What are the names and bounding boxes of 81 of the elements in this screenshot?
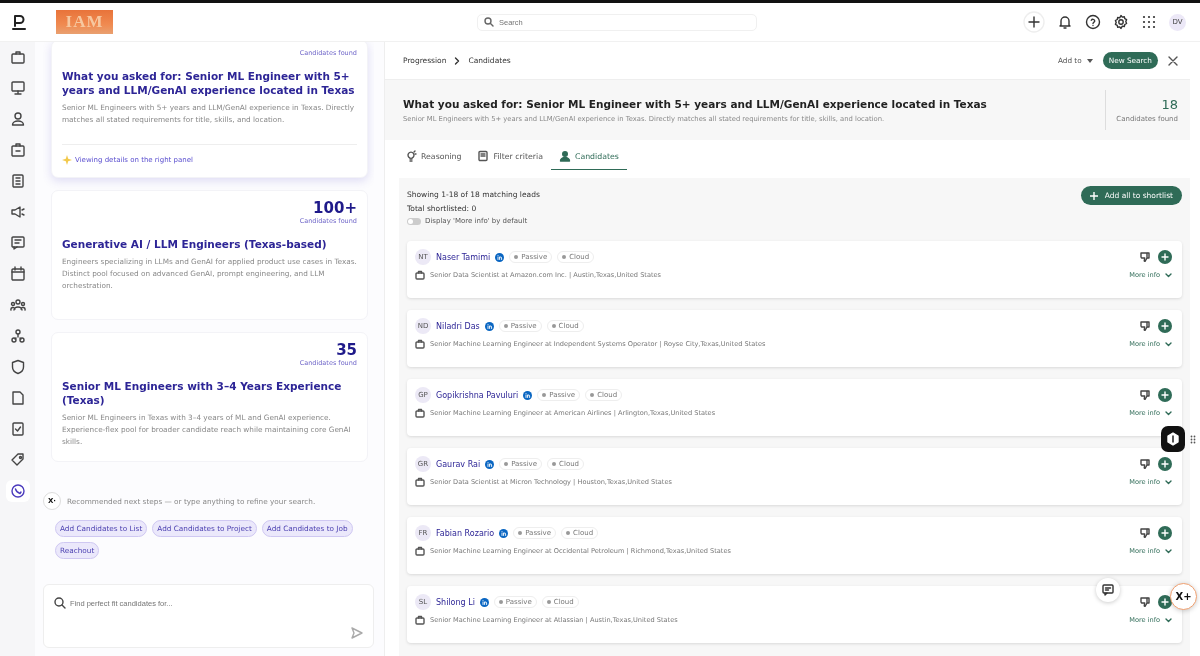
linkedin-icon[interactable] [499, 528, 509, 538]
team-icon[interactable] [9, 297, 26, 313]
suggestion-card[interactable] [51, 42, 368, 178]
briefcase-icon [415, 477, 425, 487]
suggestion-title: Senior ML Engineers with 3–4 Years Experience (Texas) [62, 379, 343, 407]
chevron-down-icon [1165, 272, 1172, 278]
drag-handle-icon[interactable] [1190, 435, 1196, 444]
briefcase-icon[interactable] [9, 49, 26, 65]
briefcase-icon [415, 270, 425, 280]
candidate-count: 35 [336, 341, 357, 359]
linkedin-icon[interactable] [485, 459, 495, 469]
shield-icon[interactable] [9, 359, 26, 375]
briefcase-icon [415, 339, 425, 349]
search-icon [54, 597, 66, 609]
linkedin-icon[interactable] [523, 390, 533, 400]
candidate-count: 18 [1160, 97, 1178, 112]
suggestion-title: Generative AI / LLM Engineers (Texas-based) [62, 237, 328, 251]
linkedin-icon[interactable] [484, 321, 494, 331]
close-icon[interactable] [1168, 55, 1178, 66]
help-icon[interactable] [1085, 14, 1101, 30]
candidate-name[interactable]: Gaurav Rai [436, 459, 481, 469]
company-logo: IAM [56, 10, 113, 34]
file-icon[interactable] [9, 390, 26, 406]
add-circle-icon[interactable] [1158, 388, 1172, 402]
monitor-icon[interactable] [9, 80, 26, 96]
plus-icon [1089, 191, 1098, 200]
apps-grid-icon[interactable] [1141, 14, 1157, 30]
candidate-name[interactable]: Gopikrishna Pavuluri [436, 390, 519, 400]
thumbs-down-icon[interactable] [1140, 321, 1150, 331]
chat-icon[interactable] [9, 483, 26, 499]
person-icon [558, 150, 571, 162]
app-logo-icon[interactable] [12, 13, 26, 31]
thumbs-down-icon[interactable] [1140, 528, 1150, 538]
chevron-right-icon [454, 56, 461, 65]
tag-icon[interactable] [9, 452, 26, 468]
bell-icon[interactable] [1057, 14, 1073, 30]
add-circle-icon[interactable] [1158, 526, 1172, 540]
candidate-count: 100+ [313, 199, 357, 217]
lightbulb-icon [405, 150, 417, 162]
briefcase-icon [415, 615, 425, 625]
thumbs-down-icon[interactable] [1140, 252, 1150, 262]
search-icon [484, 17, 494, 27]
hierarchy-icon[interactable] [9, 328, 26, 344]
chevron-down-icon [1165, 548, 1172, 554]
candidate-name[interactable]: Fabian Rozario [436, 528, 495, 538]
sparkle-icon [62, 155, 72, 165]
candidate-name[interactable]: Niladri Das [436, 321, 480, 331]
suggestion-title: What you asked for: Senior ML Engineer with 5+ years and LLM/GenAI experience located in Texas [62, 69, 356, 97]
add-icon[interactable] [1023, 11, 1045, 33]
candidate-name[interactable]: Naser Tamimi [436, 252, 491, 262]
add-circle-icon[interactable] [1158, 250, 1172, 264]
thumbs-down-icon[interactable] [1140, 459, 1150, 469]
extension-button[interactable] [1161, 426, 1185, 452]
chevron-down-icon [1165, 479, 1172, 485]
linkedin-icon[interactable] [479, 597, 489, 607]
thumbs-down-icon[interactable] [1140, 390, 1150, 400]
toggle-switch[interactable] [407, 217, 421, 225]
add-circle-icon[interactable] [1158, 457, 1172, 471]
briefcase-icon [415, 408, 425, 418]
message-icon [1102, 584, 1114, 596]
checklist-icon[interactable] [9, 421, 26, 437]
notebook-icon [477, 150, 490, 162]
megaphone-icon[interactable] [9, 204, 26, 220]
chevron-down-icon [1165, 617, 1172, 623]
document-icon[interactable] [9, 173, 26, 189]
calendar-icon[interactable] [9, 266, 26, 282]
hexagon-icon [1167, 432, 1179, 446]
person-icon[interactable] [9, 111, 26, 127]
badge-icon[interactable] [9, 142, 26, 158]
candidate-name[interactable]: Shilong Li [436, 597, 475, 607]
thumbs-down-icon[interactable] [1140, 597, 1150, 607]
settings-icon[interactable] [1113, 14, 1129, 30]
add-circle-icon[interactable] [1158, 595, 1172, 609]
chevron-down-icon [1165, 341, 1172, 347]
add-circle-icon[interactable] [1158, 319, 1172, 333]
briefcase-icon [415, 546, 425, 556]
message-icon[interactable] [9, 235, 26, 251]
caret-down-icon [1086, 58, 1093, 63]
search-title: What you asked for: Senior ML Engineer with 5+ years and LLM/GenAI experience located in Texas [403, 97, 987, 110]
chevron-down-icon [1165, 410, 1172, 416]
linkedin-icon[interactable] [495, 252, 505, 262]
